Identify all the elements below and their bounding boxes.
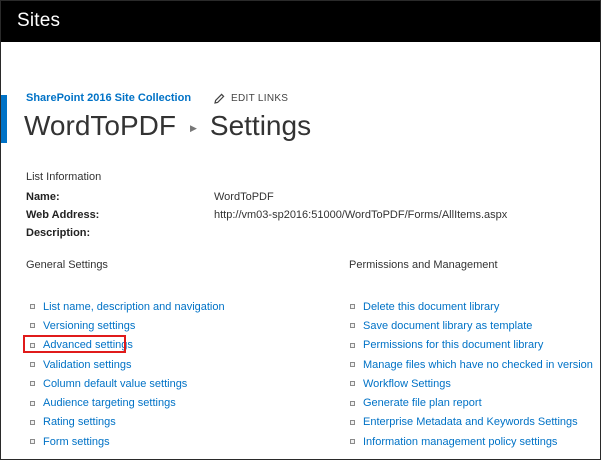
link-manage-unchecked-files[interactable]: Manage files which have no checked in ve…	[363, 359, 593, 371]
link-versioning-settings[interactable]: Versioning settings	[43, 320, 135, 332]
list-item[interactable]: Rating settings	[30, 413, 225, 432]
breadcrumb-list-link[interactable]: WordToPDF	[24, 110, 176, 142]
list-item[interactable]: Save document library as template	[350, 316, 593, 335]
description-label: Description:	[26, 227, 91, 239]
name-label: Name:	[26, 191, 60, 203]
list-item[interactable]: Delete this document library	[350, 297, 593, 316]
page-title: WordToPDF ▶ Settings	[24, 110, 311, 142]
link-list-name-description-navigation[interactable]: List name, description and navigation	[43, 301, 225, 313]
bullet-icon	[350, 381, 355, 387]
bullet-icon	[30, 419, 35, 425]
bullet-icon	[350, 323, 355, 329]
list-item[interactable]: Form settings	[30, 432, 225, 451]
suite-bar: Sites	[1, 1, 600, 42]
bullet-icon	[30, 304, 35, 310]
list-item[interactable]: Generate file plan report	[350, 393, 593, 412]
bullet-icon	[30, 323, 35, 329]
edit-links-button[interactable]: EDIT LINKS	[214, 93, 288, 104]
list-item[interactable]: Information management policy settings	[350, 432, 593, 451]
link-save-as-template[interactable]: Save document library as template	[363, 320, 532, 332]
suite-bar-title[interactable]: Sites	[17, 10, 60, 32]
bullet-icon	[30, 362, 35, 368]
list-item[interactable]: Audience targeting settings	[30, 393, 225, 412]
bullet-icon	[350, 342, 355, 348]
link-column-default-value-settings[interactable]: Column default value settings	[43, 378, 187, 390]
permissions-management-list: Delete this document library Save docume…	[350, 297, 593, 451]
link-rating-settings[interactable]: Rating settings	[43, 416, 116, 428]
list-item[interactable]: Validation settings	[30, 355, 225, 374]
name-value: WordToPDF	[214, 191, 274, 203]
list-item[interactable]: List name, description and navigation	[30, 297, 225, 316]
list-item[interactable]: Workflow Settings	[350, 374, 593, 393]
bullet-icon	[350, 304, 355, 310]
site-collection-link[interactable]: SharePoint 2016 Site Collection	[26, 92, 191, 104]
pencil-icon	[214, 93, 225, 104]
general-settings-list: List name, description and navigation Ve…	[30, 297, 225, 451]
link-library-permissions[interactable]: Permissions for this document library	[363, 339, 543, 351]
title-accent-bar	[1, 95, 7, 143]
bullet-icon	[350, 439, 355, 445]
advanced-settings-highlight-box	[23, 335, 126, 353]
bullet-icon	[350, 419, 355, 425]
list-information-heading: List Information	[26, 171, 102, 183]
list-item[interactable]: Permissions for this document library	[350, 336, 593, 355]
bullet-icon	[30, 381, 35, 387]
link-form-settings[interactable]: Form settings	[43, 436, 110, 448]
bullet-icon	[30, 439, 35, 445]
permissions-management-heading: Permissions and Management	[349, 259, 498, 271]
bullet-icon	[30, 400, 35, 406]
list-item[interactable]: Enterprise Metadata and Keywords Setting…	[350, 413, 593, 432]
edit-links-label: EDIT LINKS	[231, 93, 289, 104]
bullet-icon	[350, 400, 355, 406]
general-settings-heading: General Settings	[26, 259, 108, 271]
link-enterprise-metadata[interactable]: Enterprise Metadata and Keywords Setting…	[363, 416, 578, 428]
link-delete-library[interactable]: Delete this document library	[363, 301, 499, 313]
link-validation-settings[interactable]: Validation settings	[43, 359, 131, 371]
list-item[interactable]: Manage files which have no checked in ve…	[350, 355, 593, 374]
breadcrumb-separator-icon: ▶	[189, 122, 197, 133]
list-item[interactable]: Column default value settings	[30, 374, 225, 393]
breadcrumb-current-page: Settings	[209, 110, 312, 141]
bullet-icon	[350, 362, 355, 368]
sharepoint-page: Sites SharePoint 2016 Site Collection ED…	[0, 0, 601, 460]
link-information-management-policy[interactable]: Information management policy settings	[363, 436, 557, 448]
web-address-value: http://vm03-sp2016:51000/WordToPDF/Forms…	[214, 209, 508, 221]
link-workflow-settings[interactable]: Workflow Settings	[363, 378, 451, 390]
web-address-label: Web Address:	[26, 209, 100, 221]
link-file-plan-report[interactable]: Generate file plan report	[363, 397, 482, 409]
link-audience-targeting-settings[interactable]: Audience targeting settings	[43, 397, 176, 409]
list-item[interactable]: Versioning settings	[30, 316, 225, 335]
